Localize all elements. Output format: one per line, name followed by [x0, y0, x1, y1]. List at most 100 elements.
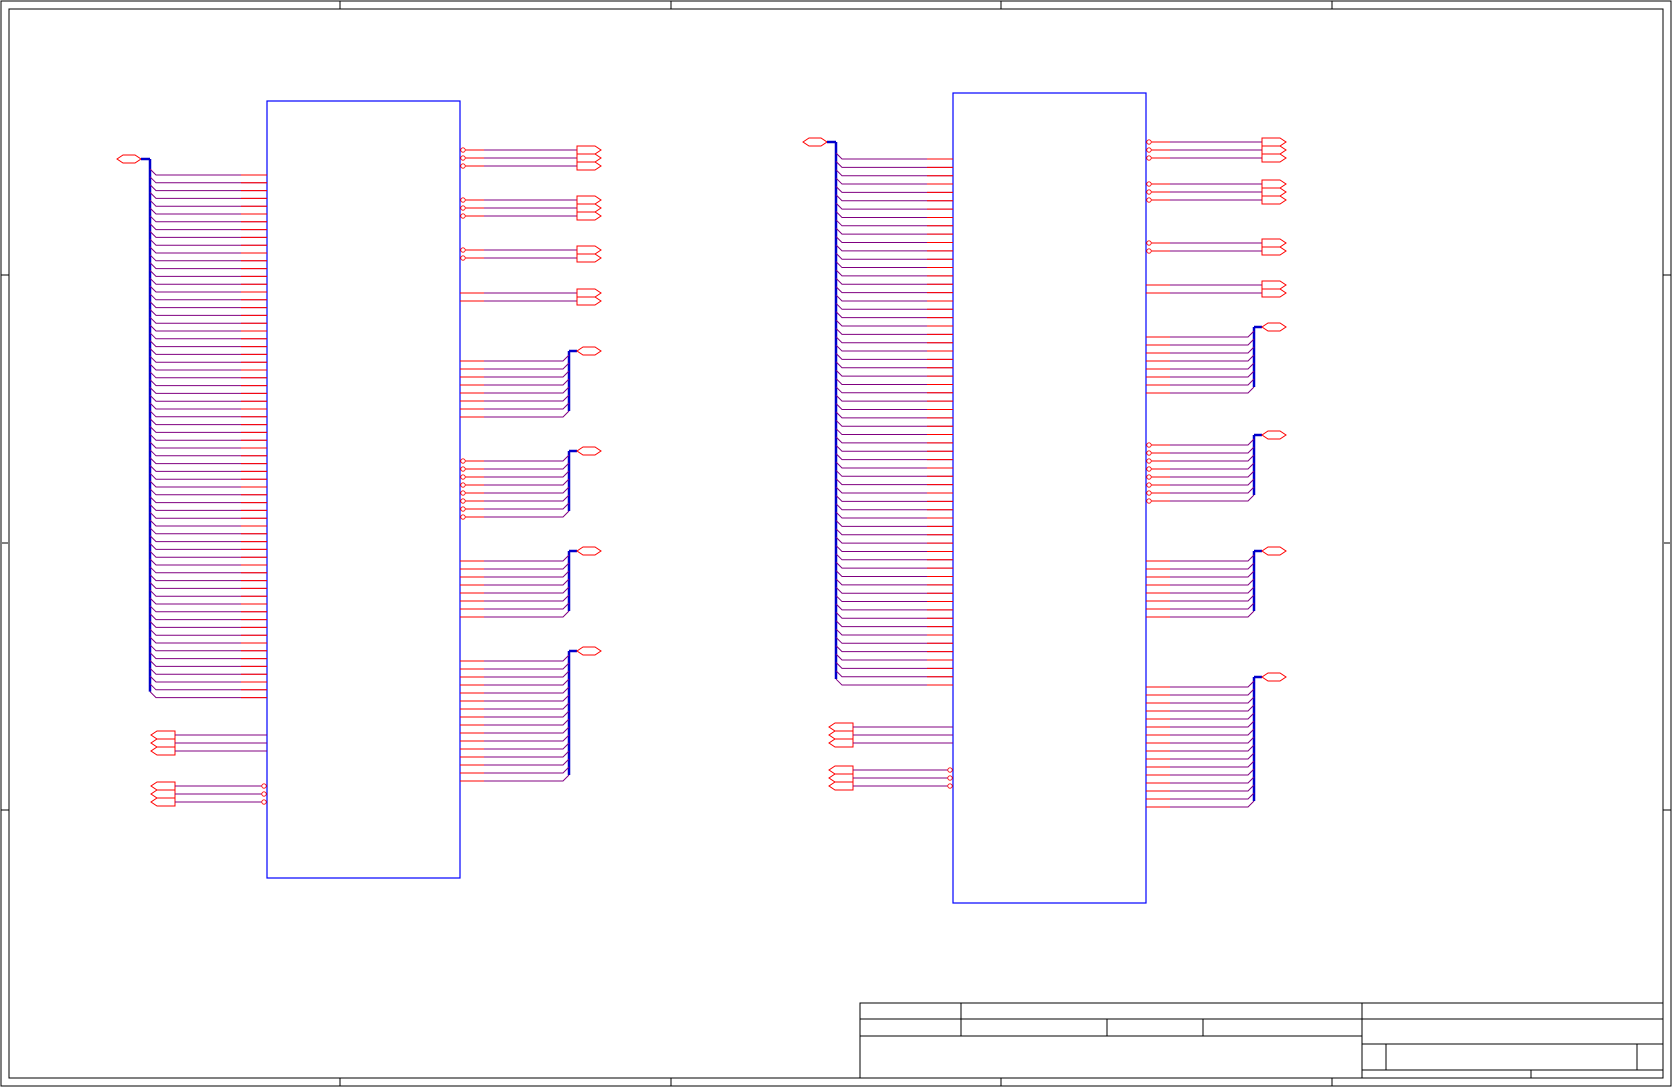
bus-output-wire [460, 718, 570, 726]
inversion-bubble [460, 255, 466, 261]
bus-output-wire [460, 410, 570, 418]
bus-output-wire [460, 554, 570, 562]
bus-output-wire [1146, 470, 1255, 478]
bus-input-wire [835, 378, 953, 385]
bus-input-wire [149, 558, 267, 566]
inversion-bubble [460, 466, 466, 472]
bus-input-wire [149, 496, 267, 504]
bus-output-wire [460, 370, 570, 378]
bus-output-wire [1146, 478, 1255, 486]
bus-input-wire [835, 353, 953, 360]
bus-input-wire [835, 361, 953, 369]
bus-output-wire [460, 610, 570, 618]
output-port [1261, 153, 1287, 163]
bus-input-wire [835, 444, 953, 452]
bus-output-wire [1146, 486, 1255, 494]
inversion-bubble [460, 163, 466, 169]
inversion-bubble [1146, 490, 1152, 496]
bus-input-wire [149, 387, 267, 394]
output-bus-port [576, 446, 602, 456]
bus-output-wire [460, 654, 570, 662]
inversion-bubble [1146, 466, 1152, 472]
output-bus-port [1261, 672, 1287, 682]
bus-input-wire [149, 426, 267, 433]
bus-input-wire [149, 238, 267, 246]
bus-input-wire [835, 403, 953, 410]
bus-input-wire [835, 586, 953, 594]
bus-input-wire [835, 152, 953, 160]
bus-output-wire [460, 758, 570, 766]
bus-input-wire [149, 511, 267, 519]
bus-output-wire [1146, 330, 1255, 338]
bus-input-wire [835, 511, 953, 519]
bus-input-wire [835, 486, 953, 494]
bus-output-wire [460, 774, 570, 782]
bus-output-wire [460, 710, 570, 718]
bus-output-wire [1146, 696, 1255, 704]
bus-output-wire [1146, 792, 1255, 800]
bus-output-wire [1146, 370, 1255, 378]
bus-output-wire [460, 766, 570, 774]
bus-input-wire [149, 363, 267, 371]
input-bus-port [116, 154, 142, 164]
input-port [828, 722, 854, 732]
bus-input-wire [149, 527, 267, 535]
bus-input-wire [835, 319, 953, 327]
bus-input-wire [149, 667, 267, 675]
output-port [1261, 179, 1287, 189]
bus-input-wire [149, 644, 267, 652]
bus-input-wire [149, 589, 267, 597]
inversion-bubble [460, 490, 466, 496]
bus-output-wire [1146, 462, 1255, 470]
bus-output-wire [1146, 338, 1255, 346]
bus-input-wire [149, 465, 267, 472]
bus-input-wire [149, 574, 267, 582]
bus-input-wire [149, 683, 267, 691]
output-port [576, 296, 602, 306]
inversion-bubble [1146, 248, 1152, 254]
bus-input-wire [835, 244, 953, 252]
bus-output-wire [460, 702, 570, 710]
bus-input-wire [835, 636, 953, 644]
bus-output-wire [460, 462, 570, 470]
bus-output-wire [460, 670, 570, 678]
bus-output-wire [1146, 776, 1255, 784]
bus-output-wire [460, 562, 570, 570]
bus-output-wire [1146, 768, 1255, 776]
bus-input-wire [149, 207, 267, 215]
output-port [576, 253, 602, 263]
bus-input-wire [149, 262, 267, 270]
bus-input-wire [835, 453, 953, 461]
inversion-bubble [261, 799, 267, 805]
bus-input-wire [835, 461, 953, 469]
bus-input-wire [149, 597, 267, 605]
bus-input-wire [835, 436, 953, 444]
bus-input-wire [149, 231, 267, 238]
inversion-bubble [460, 482, 466, 488]
bus-input-wire [835, 160, 953, 168]
bus-output-wire [1146, 454, 1255, 462]
bus-input-wire [835, 236, 953, 243]
bus-input-wire [835, 653, 953, 661]
bus-output-wire [1146, 562, 1255, 570]
bus-input-wire [835, 211, 953, 218]
bus-input-wire [835, 277, 953, 285]
bus-input-wire [835, 494, 953, 502]
bus-input-wire [835, 286, 953, 294]
inversion-bubble [1146, 197, 1152, 203]
bus-input-wire [835, 419, 953, 427]
bus-input-wire [149, 449, 267, 457]
output-port [576, 203, 602, 213]
bus-input-wire [149, 340, 267, 348]
bus-output-wire [1146, 378, 1255, 386]
bus-input-wire [835, 261, 953, 269]
bus-input-wire [835, 386, 953, 394]
inversion-bubble [1146, 450, 1152, 456]
inversion-bubble [460, 506, 466, 512]
bus-output-wire [1146, 386, 1255, 394]
inversion-bubble [1146, 458, 1152, 464]
bus-input-wire [149, 621, 267, 628]
bus-output-wire [460, 454, 570, 462]
output-bus-port [576, 546, 602, 556]
inversion-bubble [460, 498, 466, 504]
